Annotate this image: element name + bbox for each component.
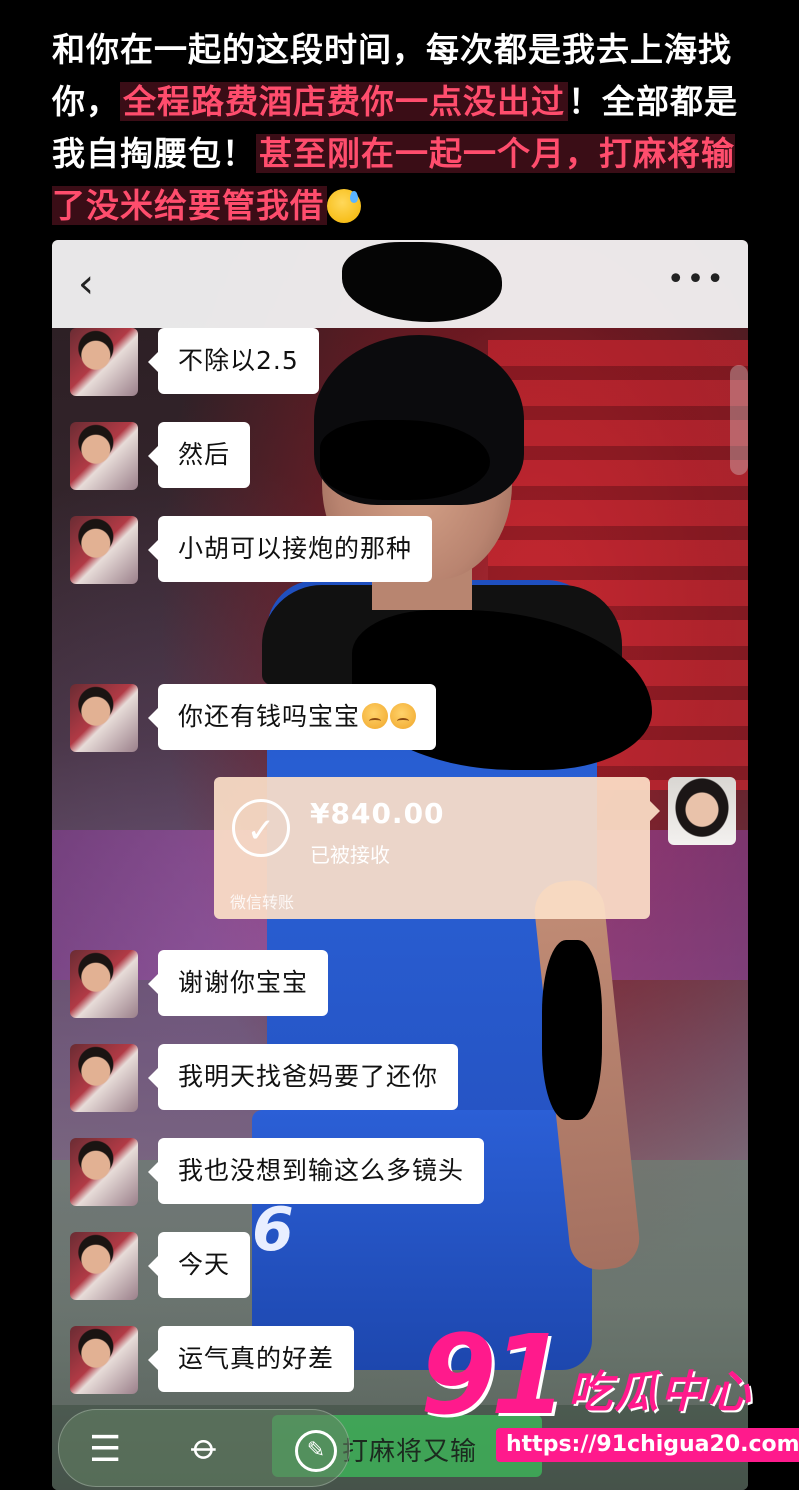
message-row: 运气真的好差: [70, 1326, 355, 1394]
caption-highlight-1: 全程路费酒店费你一点没出过: [120, 82, 568, 121]
redaction-scribble: [320, 420, 490, 500]
message-row: 我也没想到输这么多镜头: [70, 1138, 485, 1206]
message-text: 你还有钱吗宝宝: [178, 702, 361, 731]
watermark-number: 91: [420, 1311, 567, 1439]
message-bubble[interactable]: 运气真的好差: [147, 1326, 355, 1392]
watermark-url[interactable]: https://91chigua20.com: [496, 1428, 799, 1462]
transfer-status: 已被接收: [310, 843, 390, 867]
transfer-amount: ¥840.00: [310, 797, 445, 830]
message-row: 然后: [70, 422, 251, 490]
message-bubble[interactable]: 今天: [147, 1232, 251, 1298]
message-bubble[interactable]: 小胡可以接炮的那种: [147, 516, 433, 582]
check-icon: ✓: [232, 799, 290, 857]
pen-icon[interactable]: ✎: [295, 1430, 337, 1472]
paperclip-icon[interactable]: ⌀: [183, 1425, 227, 1469]
avatar[interactable]: [70, 516, 138, 584]
message-row: 你还有钱吗宝宝: [70, 684, 437, 752]
transfer-card[interactable]: ✓ ¥840.00 已被接收 微信转账: [214, 777, 660, 919]
avatar[interactable]: [70, 1232, 138, 1300]
sweat-smile-emoji-icon: [327, 189, 361, 223]
pleading-face-icon: [390, 703, 417, 729]
scrollbar[interactable]: [730, 365, 748, 475]
chat-screenshot: 6 ‹ ••• 不除以2.5 然后 小胡可以接炮的那种 你还有钱吗宝宝 ✓ ¥8…: [52, 240, 748, 1490]
avatar[interactable]: [70, 1138, 138, 1206]
message-bubble[interactable]: 我明天找爸妈要了还你: [147, 1044, 459, 1110]
message-row: 小胡可以接炮的那种: [70, 516, 433, 584]
message-row: 不除以2.5: [70, 328, 319, 396]
avatar[interactable]: [70, 328, 138, 396]
avatar[interactable]: [70, 1044, 138, 1112]
message-bubble[interactable]: 不除以2.5: [148, 328, 319, 394]
input-tools: ☰ ⌀ ✎: [58, 1409, 350, 1487]
message-row: 我明天找爸妈要了还你: [70, 1044, 459, 1112]
redacted-contact-name: [342, 242, 502, 322]
avatar[interactable]: [70, 422, 138, 490]
message-row: 谢谢你宝宝: [70, 950, 329, 1018]
message-bubble[interactable]: 你还有钱吗宝宝: [147, 684, 437, 750]
post-caption: 和你在一起的这段时间，每次都是我去上海找你，全程路费酒店费你一点没出过！全部都是…: [52, 24, 757, 232]
message-bubble[interactable]: 我也没想到输这么多镜头: [147, 1138, 485, 1204]
avatar[interactable]: [70, 684, 138, 752]
self-avatar[interactable]: [668, 777, 736, 845]
chevron-left-icon[interactable]: ‹: [78, 264, 118, 304]
checklist-icon[interactable]: ☰: [89, 1430, 121, 1470]
watermark-title: 吃瓜中心: [568, 1367, 752, 1418]
avatar[interactable]: [70, 950, 138, 1018]
message-row: 今天: [70, 1232, 251, 1300]
chat-header: ‹ •••: [52, 240, 748, 328]
more-dots-icon[interactable]: •••: [667, 260, 726, 300]
redaction-scribble: [542, 940, 602, 1120]
message-bubble[interactable]: 然后: [147, 422, 251, 488]
transfer-footer: 微信转账: [230, 893, 295, 912]
message-bubble[interactable]: 谢谢你宝宝: [147, 950, 329, 1016]
avatar[interactable]: [70, 1326, 138, 1394]
pleading-face-icon: [362, 703, 389, 729]
